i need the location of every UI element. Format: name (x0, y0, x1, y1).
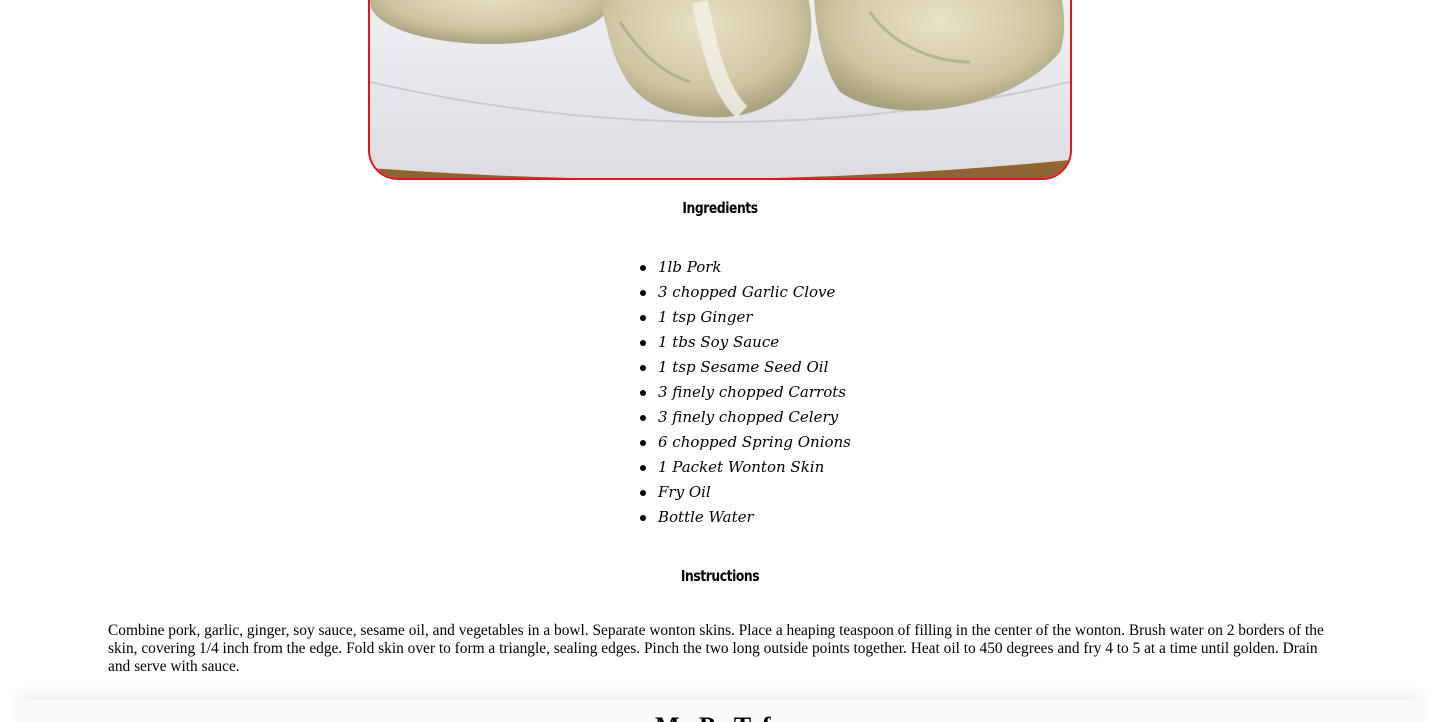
ingredient-item: 1lb Pork (640, 255, 851, 280)
wonton-photo-illustration (370, 0, 1070, 178)
ingredient-item: 1 tsp Sesame Seed Oil (640, 355, 851, 380)
ingredient-item: 1 tsp Ginger (640, 305, 851, 330)
ingredients-list: 1lb Pork 3 chopped Garlic Clove 1 tsp Gi… (640, 255, 851, 530)
next-recipe-title: Ma Po Tofu (20, 714, 1420, 722)
instructions-heading: Instructions (680, 567, 760, 585)
recipe-photo (368, 0, 1072, 180)
ingredient-item: Bottle Water (640, 505, 851, 530)
ingredient-item: 1 tbs Soy Sauce (640, 330, 851, 355)
ingredient-item: 3 finely chopped Carrots (640, 380, 851, 405)
ingredient-item: 1 Packet Wonton Skin (640, 455, 851, 480)
ingredient-item: Fry Oil (640, 480, 851, 505)
ingredient-item: 3 finely chopped Celery (640, 405, 851, 430)
ingredient-item: 6 chopped Spring Onions (640, 430, 851, 455)
instructions-text: Combine pork, garlic, ginger, soy sauce,… (108, 622, 1324, 675)
ingredients-heading: Ingredients (682, 199, 758, 217)
next-recipe-card: Ma Po Tofu (20, 700, 1420, 722)
ingredient-item: 3 chopped Garlic Clove (640, 280, 851, 305)
